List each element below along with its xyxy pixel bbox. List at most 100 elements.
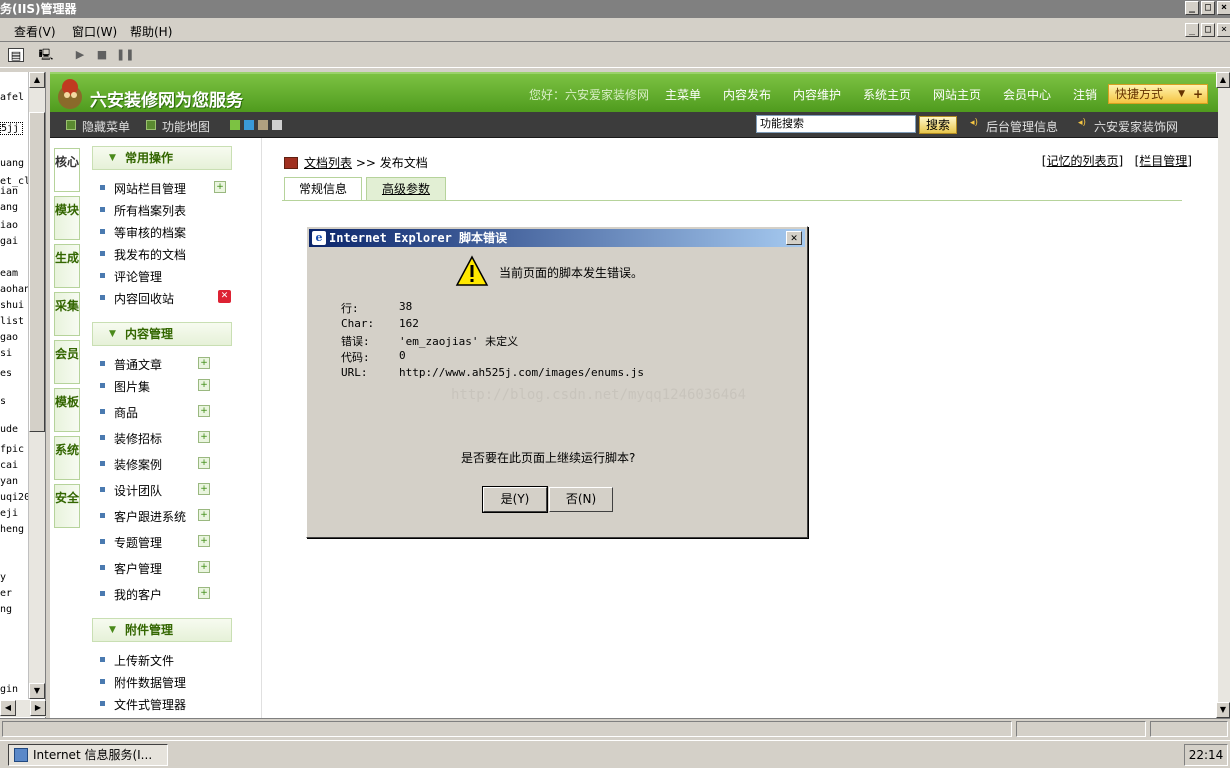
scroll-thumb[interactable] [29, 112, 45, 432]
menu-item[interactable]: 内容回收站 ✕ [100, 290, 231, 307]
scroll-up-icon[interactable]: ▲ [1216, 72, 1230, 88]
play-icon[interactable]: ▶ [72, 48, 88, 62]
pause-icon[interactable]: ❚❚ [116, 48, 134, 62]
menu-item[interactable]: 评论管理 [100, 268, 162, 285]
nav-site-home[interactable]: 网站主页 [933, 86, 981, 103]
child-minimize-button[interactable]: _ [1185, 23, 1199, 37]
nav-member-center[interactable]: 会员中心 [1003, 86, 1051, 103]
menu-item[interactable]: 设计团队 + [100, 482, 210, 499]
group-attachment[interactable]: ▼ 附件管理 [92, 618, 232, 642]
close-button[interactable]: × [1217, 1, 1230, 15]
menu-help[interactable]: 帮助(H) [130, 23, 172, 40]
minimize-button[interactable]: _ [1185, 1, 1199, 15]
menu-item[interactable]: 上传新文件 [100, 652, 174, 669]
scroll-up-icon[interactable]: ▲ [29, 72, 45, 88]
tree-item[interactable]: er [0, 588, 12, 599]
menu-item[interactable]: 客户跟进系统 + [100, 508, 210, 525]
add-icon[interactable]: + [214, 181, 226, 193]
stop-icon[interactable]: ■ [94, 48, 110, 62]
tab-generate[interactable]: 生成 [54, 244, 80, 288]
theme-gray-icon[interactable] [272, 120, 282, 130]
tree-item[interactable]: es [0, 368, 12, 379]
tree-item[interactable]: shui [0, 300, 24, 311]
console-tree-icon[interactable]: ▤ [8, 48, 24, 62]
maximize-button[interactable]: □ [1201, 1, 1215, 15]
add-icon[interactable]: + [198, 431, 210, 443]
add-icon[interactable]: + [198, 509, 210, 521]
theme-brown-icon[interactable] [258, 120, 268, 130]
tree-item[interactable]: gai [0, 236, 18, 247]
content-vertical-scrollbar[interactable]: ▲ ▼ [1216, 72, 1230, 718]
tree-item[interactable]: aohan [0, 284, 30, 295]
nav-system-home[interactable]: 系统主页 [863, 86, 911, 103]
scroll-right-icon[interactable]: ▶ [30, 700, 46, 716]
child-close-button[interactable]: × [1217, 23, 1230, 37]
tree-item[interactable]: iao [0, 220, 18, 231]
column-manage-link[interactable]: [栏目管理] [1135, 154, 1192, 168]
add-icon[interactable]: + [198, 483, 210, 495]
dialog-close-icon[interactable]: ✕ [786, 231, 802, 245]
tree-vertical-scrollbar[interactable]: ▲ ▼ [28, 72, 45, 699]
function-search-input[interactable]: 功能搜索 [756, 115, 916, 133]
tab-member[interactable]: 会员 [54, 340, 80, 384]
tab-general-info[interactable]: 常规信息 [284, 177, 362, 201]
tab-system[interactable]: 系统 [54, 436, 80, 480]
scroll-down-icon[interactable]: ▼ [29, 683, 45, 699]
tree-item[interactable]: si [0, 348, 12, 359]
menu-view[interactable]: 查看(V) [14, 23, 56, 40]
tree-item[interactable]: 5jj [0, 122, 24, 135]
tab-advanced-params[interactable]: 高级参数 [366, 177, 446, 201]
add-icon[interactable]: + [198, 535, 210, 547]
tree-item[interactable]: ian [0, 186, 18, 197]
tab-collect[interactable]: 采集 [54, 292, 80, 336]
search-button[interactable]: 搜索 [919, 116, 957, 134]
hide-menu-link[interactable]: 隐藏菜单 [82, 118, 130, 135]
remembered-list-link[interactable]: [记忆的列表页] [1042, 154, 1123, 168]
tree-item[interactable]: afel [0, 92, 24, 103]
tree-item[interactable]: uang [0, 158, 24, 169]
tree-item[interactable]: ng [0, 604, 12, 615]
tree-item[interactable]: list [0, 316, 24, 327]
scroll-down-icon[interactable]: ▼ [1216, 702, 1230, 718]
yes-button[interactable]: 是(Y) [482, 486, 548, 513]
tree-item[interactable]: yan [0, 476, 18, 487]
backend-info-link[interactable]: 后台管理信息 [986, 118, 1058, 135]
menu-item[interactable]: 等审核的档案 [100, 224, 186, 241]
menu-item[interactable]: 所有档案列表 [100, 202, 186, 219]
tree-item[interactable]: heng [0, 524, 24, 535]
add-icon[interactable]: + [198, 357, 210, 369]
nav-content-publish[interactable]: 内容发布 [723, 86, 771, 103]
site-link[interactable]: 六安爱家装饰网 [1094, 118, 1178, 135]
tree-item[interactable]: gao [0, 332, 18, 343]
breadcrumb-doc-list-link[interactable]: 文档列表 [304, 156, 352, 170]
tree-item[interactable]: y [0, 572, 6, 583]
quick-access-button[interactable]: 快捷方式 ▼ + [1108, 84, 1208, 104]
nav-content-maintain[interactable]: 内容维护 [793, 86, 841, 103]
tree-item[interactable]: cai [0, 460, 18, 471]
taskbar-iis-button[interactable]: Internet 信息服务(I... [8, 744, 168, 766]
menu-item[interactable]: 专题管理 + [100, 534, 210, 551]
menu-item[interactable]: 文件式管理器 [100, 696, 186, 713]
tree-item[interactable]: fpic [0, 444, 24, 455]
add-icon[interactable]: + [198, 587, 210, 599]
group-common[interactable]: ▼ 常用操作 [92, 146, 232, 170]
tree-item[interactable]: ude [0, 424, 18, 435]
tree-item[interactable]: uqi20 [0, 492, 30, 503]
menu-item[interactable]: 装修案例 + [100, 456, 210, 473]
tree-item[interactable]: gin [0, 684, 18, 695]
menu-item[interactable]: 装修招标 + [100, 430, 210, 447]
scroll-left-icon[interactable]: ◀ [0, 700, 16, 716]
group-content[interactable]: ▼ 内容管理 [92, 322, 232, 346]
menu-item[interactable]: 我发布的文档 [100, 246, 186, 263]
menu-item[interactable]: 附件数据管理 [100, 674, 186, 691]
tab-security[interactable]: 安全 [54, 484, 80, 528]
add-icon[interactable]: + [198, 561, 210, 573]
clear-recycle-icon[interactable]: ✕ [218, 290, 231, 303]
tree-item[interactable]: eji [0, 508, 18, 519]
tree-item[interactable]: s [0, 396, 6, 407]
nav-logout[interactable]: 注销 [1073, 86, 1097, 103]
tab-core[interactable]: 核心 [54, 148, 80, 192]
theme-green-icon[interactable] [230, 120, 240, 130]
menu-item[interactable]: 网站栏目管理 + [100, 180, 226, 197]
child-maximize-button[interactable]: □ [1201, 23, 1215, 37]
